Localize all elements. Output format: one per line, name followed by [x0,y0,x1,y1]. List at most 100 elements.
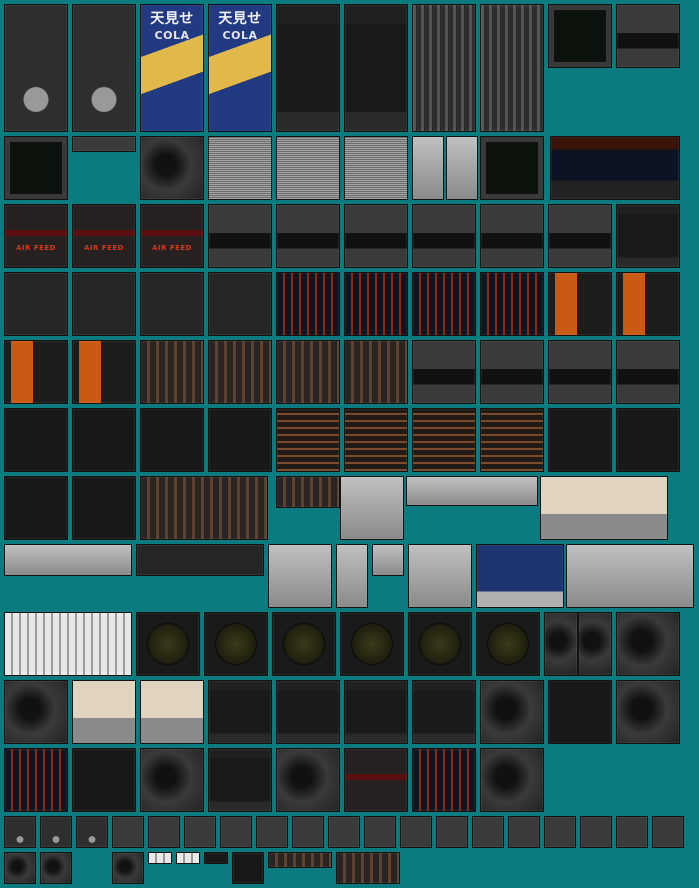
sprite-tile-mixer [412,4,476,132]
sprite-tile-blue [412,272,476,336]
sprite-tile-cockpit [550,136,680,200]
sprite-tile-damage [578,612,612,676]
vending-word-label: COLA [222,29,258,42]
sprite-tile-tall [276,4,340,132]
sprite-tile-white [176,852,200,864]
sprite-tile-small [328,816,360,848]
sprite-tile-wide [4,544,132,576]
sprite-tile-panel [208,272,272,336]
sprite-tile-dark [204,852,228,864]
sprite-tile-control [616,4,680,68]
air-feed-label: AIR FEED [151,244,192,252]
sprite-tile-vending: 天見せ COLA [140,4,204,132]
sprite-tile-control [208,204,272,268]
sprite-tile-blue [276,272,340,336]
sprite-tile-damage [4,680,68,744]
sprite-tile-dark [72,476,136,540]
sprite-tile-blue [412,748,476,812]
sprite-tile-wide [372,544,404,576]
sprite-tile-panel [72,272,136,336]
sprite-tile-beige [72,680,136,744]
sprite-tile-gauge [4,816,36,848]
sprite-tile-damage [4,852,36,884]
sprite-tile-small [616,816,648,848]
sprite-tile-dark [232,852,264,884]
sprite-tile-orange [72,340,136,404]
sprite-tile-tall [208,748,272,812]
sprite-tile-orange [4,340,68,404]
sprite-tile-blue [4,748,68,812]
sprite-tile-tall [616,204,680,268]
sprite-tile-damage [112,852,144,884]
sprite-tile-tall [412,680,476,744]
sprite-tile-white [4,612,132,676]
sprite-tile-control [276,204,340,268]
sprite-tile-red: AIR FEED [4,204,68,268]
sprite-tile-brown [336,852,400,884]
sprite-tile-small [652,816,684,848]
sprite-tile-damage [40,852,72,884]
sprite-tile-gauge [72,4,136,132]
sprite-tile-radar [136,612,200,676]
sprite-tile-gauge [4,4,68,132]
sprite-tile-wide [336,544,368,608]
sprite-tile-control [344,204,408,268]
sprite-tile-screen [548,4,612,68]
sprite-tile-panel [4,272,68,336]
sprite-tile-small [472,816,504,848]
sprite-tile-small [220,816,252,848]
sprite-tile-panel [140,272,204,336]
sprite-tile-small [184,816,216,848]
sprite-tile-beige [140,680,204,744]
sprite-tile-dark [140,408,204,472]
sprite-tile-mixer [480,4,544,132]
sprite-tile-small [580,816,612,848]
sprite-tile-dark [548,680,612,744]
sprite-tile-silver [406,476,538,506]
sprite-tile-static [276,136,340,200]
sprite-tile-tall [276,680,340,744]
sprite-tile-damage [480,748,544,812]
sprite-tile-small [400,816,432,848]
sprite-tile-small [508,816,540,848]
sprite-tile-control [548,340,612,404]
sprite-tile-dark [4,476,68,540]
sprite-tile-silver [412,136,444,200]
sprite-tile-dark [72,408,136,472]
sprite-tile-small [292,816,324,848]
air-feed-label: AIR FEED [83,244,124,252]
sprite-tile-dark [616,408,680,472]
sprite-tile-damage [140,136,204,200]
sprite-tile-small [148,816,180,848]
vending-word-label: COLA [154,29,190,42]
sprite-tile-grid [480,408,544,472]
sprite-tile-small [72,136,136,152]
sprite-tile-dark [4,408,68,472]
sprite-tile-wide [268,544,332,608]
sprite-tile-screen [4,136,68,200]
sprite-tile-gauge [40,816,72,848]
sprite-tile-damage [140,748,204,812]
sprite-tile-radar [408,612,472,676]
sprite-tile-small [112,816,144,848]
sprite-tile-control [480,204,544,268]
sprite-tile-orange [548,272,612,336]
sprite-tile-dark [548,408,612,472]
sprite-tile-radar [476,612,540,676]
sprite-tile-silver [340,476,404,540]
sprite-tile-control [616,340,680,404]
sprite-tile-dark [72,748,136,812]
sprite-tile-small [256,816,288,848]
vending-kanji-label: 天見せ [150,11,194,27]
sprite-tile-static [208,136,272,200]
sprite-tile-white [148,852,172,864]
sprite-tile-blue [480,272,544,336]
sprite-tile-tall [208,680,272,744]
sprite-tile-grid [412,408,476,472]
sprite-tile-control [548,204,612,268]
sprite-tile-grid [344,408,408,472]
sprite-tile-tall [344,680,408,744]
sprite-tile-radar [340,612,404,676]
sprite-tile-control [480,340,544,404]
sprite-tile-beige [540,476,668,540]
